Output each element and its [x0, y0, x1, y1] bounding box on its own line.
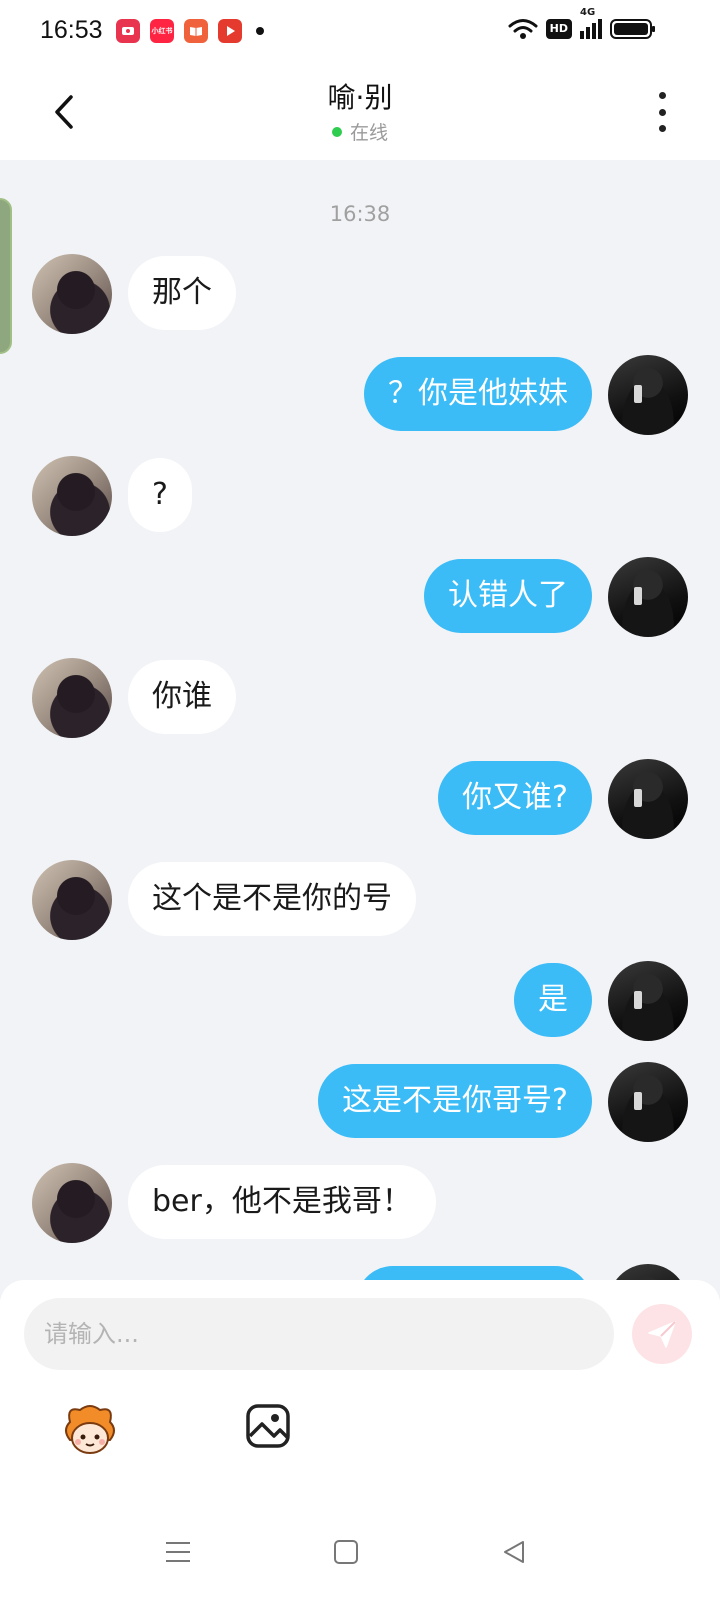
- book-app-icon: [184, 19, 208, 43]
- received-message-bubble[interactable]: ber，他不是我哥！: [128, 1165, 436, 1239]
- user-avatar[interactable]: [608, 557, 688, 637]
- system-back-button[interactable]: [494, 1532, 534, 1572]
- contact-avatar[interactable]: [32, 860, 112, 940]
- chat-title: 喻·别: [327, 81, 393, 114]
- message-row: 认错人了: [0, 557, 720, 637]
- status-bar: 16:53 小红书 HD 4G: [0, 0, 720, 64]
- title-block: 喻·别 在线: [0, 76, 720, 145]
- notification-app-icons: 小红书: [116, 19, 264, 43]
- user-avatar[interactable]: [608, 355, 688, 435]
- image-icon: [246, 1404, 290, 1448]
- dot-icon: [658, 108, 666, 116]
- message-row: 你谁: [0, 658, 720, 738]
- sent-message-bubble[interactable]: ？你是他妹妹: [364, 357, 592, 431]
- video-app-icon: [116, 19, 140, 43]
- status-time: 16:53: [40, 16, 103, 44]
- recent-apps-button[interactable]: [158, 1532, 198, 1572]
- wifi-icon: [508, 19, 538, 39]
- contact-avatar[interactable]: [32, 1163, 112, 1243]
- message-row: 你又谁?: [0, 759, 720, 839]
- hd-badge: HD: [545, 19, 572, 39]
- contact-avatar[interactable]: [32, 254, 112, 334]
- battery-icon: [610, 19, 655, 39]
- send-icon: [648, 1321, 676, 1348]
- online-status: 在线: [331, 118, 388, 145]
- sent-message-bubble[interactable]: 认错人了: [424, 559, 592, 633]
- sent-message-bubble[interactable]: 是: [514, 963, 592, 1037]
- status-indicators: HD 4G: [508, 7, 656, 40]
- triangle-back-icon: [504, 1541, 524, 1563]
- sticker-button[interactable]: [60, 1400, 120, 1460]
- chat-header: 喻·别 在线: [0, 64, 720, 160]
- message-row: 是: [0, 961, 720, 1041]
- message-row: ?: [0, 456, 720, 536]
- user-avatar[interactable]: [608, 961, 688, 1041]
- mascot-sticker-icon: [65, 1405, 115, 1454]
- online-dot-icon: [331, 126, 342, 137]
- dot-icon: [658, 125, 666, 132]
- message-timestamp: 16:38: [329, 202, 391, 226]
- contact-avatar[interactable]: [32, 658, 112, 738]
- more-options-button[interactable]: [644, 92, 680, 132]
- message-row: ber，他不是我哥！: [0, 1163, 720, 1243]
- user-avatar[interactable]: [608, 1062, 688, 1142]
- send-button[interactable]: [632, 1304, 692, 1364]
- dot-icon: [658, 92, 666, 99]
- message-input[interactable]: [24, 1298, 614, 1370]
- square-icon: [334, 1540, 358, 1564]
- received-message-bubble[interactable]: 这个是不是你的号: [128, 862, 416, 936]
- play-app-icon: [218, 19, 242, 43]
- system-navigation-bar: [0, 1500, 720, 1600]
- menu-icon: [166, 1542, 190, 1562]
- received-message-bubble[interactable]: ?: [128, 458, 192, 532]
- received-message-bubble[interactable]: 那个: [128, 256, 236, 330]
- received-message-bubble[interactable]: 你谁: [128, 660, 236, 734]
- message-row: 这个是不是你的号: [0, 860, 720, 940]
- network-type-label: 4G: [580, 7, 596, 18]
- cellular-signal-icon: 4G: [580, 7, 602, 39]
- sent-message-bubble[interactable]: 你又谁?: [438, 761, 592, 835]
- message-row: 那个: [0, 254, 720, 334]
- chat-message-list[interactable]: 16:38 那个 ？你是他妹妹 ? 认错人了 你谁 你又谁? 这个是不是你的号 …: [0, 160, 720, 1300]
- sent-message-bubble[interactable]: 这是不是你哥号?: [318, 1064, 592, 1138]
- home-button[interactable]: [326, 1532, 366, 1572]
- image-picker-button[interactable]: [244, 1402, 292, 1450]
- message-row: ？你是他妹妹: [0, 355, 720, 435]
- xiaohongshu-app-icon: 小红书: [150, 19, 174, 43]
- message-row: 这是不是你哥号?: [0, 1062, 720, 1142]
- user-avatar[interactable]: [608, 759, 688, 839]
- online-status-text: 在线: [349, 122, 388, 144]
- contact-avatar[interactable]: [32, 456, 112, 536]
- more-notifications-dot: [256, 27, 264, 35]
